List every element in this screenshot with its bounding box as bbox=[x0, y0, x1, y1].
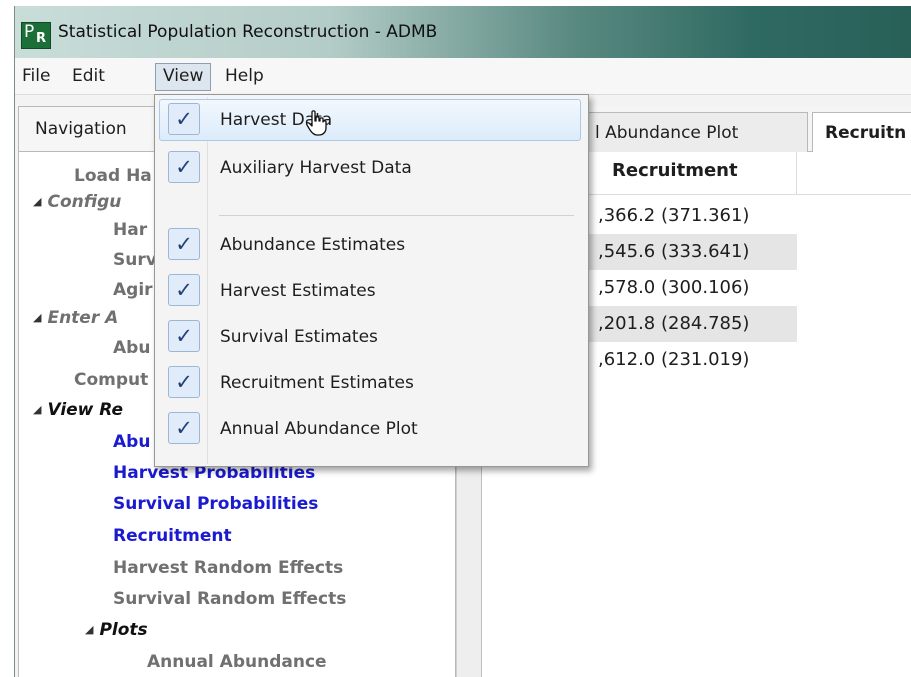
tree-item-configure[interactable]: ◢ Configu bbox=[33, 192, 121, 212]
tree-item-view-results-label: View Re bbox=[47, 400, 124, 420]
menu-separator bbox=[219, 215, 574, 216]
app-logo-icon: P R bbox=[21, 22, 51, 49]
menu-item-label: Annual Abundance Plot bbox=[220, 419, 418, 439]
checkmark-icon: ✓ bbox=[168, 274, 200, 306]
expand-triangle-icon[interactable]: ◢ bbox=[85, 623, 93, 636]
checkmark-icon: ✓ bbox=[168, 228, 200, 260]
tree-item-annual-abundance[interactable]: Annual Abundance bbox=[147, 652, 327, 672]
title-bar: P R Statistical Population Reconstructio… bbox=[15, 6, 911, 58]
menu-help[interactable]: Help bbox=[218, 63, 271, 89]
tree-item-aging[interactable]: Agir bbox=[113, 280, 153, 300]
tree-item-compute[interactable]: Comput bbox=[74, 370, 148, 390]
tree-item-harvest[interactable]: Har bbox=[113, 220, 147, 240]
expand-triangle-icon[interactable]: ◢ bbox=[33, 195, 41, 208]
menu-item-auxiliary-harvest-data[interactable]: ✓ Auxiliary Harvest Data bbox=[155, 145, 588, 191]
checkmark-icon: ✓ bbox=[168, 103, 200, 135]
tree-item-view-results[interactable]: ◢ View Re bbox=[33, 400, 123, 420]
expand-triangle-icon[interactable]: ◢ bbox=[33, 311, 41, 324]
menu-item-label: Recruitment Estimates bbox=[220, 373, 414, 393]
tree-item-load-harvest[interactable]: Load Ha bbox=[74, 166, 152, 186]
tree-item-abundance-result[interactable]: Abu bbox=[113, 432, 150, 452]
menu-file[interactable]: File bbox=[15, 63, 57, 89]
tree-item-configure-label: Configu bbox=[47, 192, 122, 212]
tree-item-enter-auxiliary[interactable]: ◢ Enter A bbox=[33, 308, 118, 328]
window-title: Statistical Population Reconstruction - … bbox=[58, 22, 438, 42]
table-cell: ,545.6 (333.641) bbox=[598, 241, 750, 262]
menu-item-label: Harvest Estimates bbox=[220, 281, 376, 301]
menu-item-abundance-estimates[interactable]: ✓ Abundance Estimates bbox=[155, 222, 588, 268]
view-menu-dropdown: ✓ Harvest Data ✓ Auxiliary Harvest Data … bbox=[154, 94, 589, 467]
tree-item-plots-label: Plots bbox=[99, 620, 148, 640]
menu-item-annual-abundance-plot[interactable]: ✓ Annual Abundance Plot bbox=[155, 406, 588, 452]
navigation-title: Navigation bbox=[35, 119, 127, 139]
app-window: P R Statistical Population Reconstructio… bbox=[14, 6, 911, 677]
expand-triangle-icon[interactable]: ◢ bbox=[33, 403, 41, 416]
table-cell: ,366.2 (371.361) bbox=[598, 205, 750, 226]
hand-pointer-cursor-icon bbox=[306, 110, 327, 136]
menu-item-harvest-data[interactable]: ✓ Harvest Data bbox=[155, 97, 588, 143]
tree-item-survival-random-effects[interactable]: Survival Random Effects bbox=[113, 589, 346, 609]
tree-item-recruitment[interactable]: Recruitment bbox=[113, 526, 232, 546]
tree-item-abundance-input[interactable]: Abu bbox=[113, 338, 150, 358]
tree-item-enter-auxiliary-label: Enter A bbox=[47, 308, 119, 328]
menu-item-harvest-estimates[interactable]: ✓ Harvest Estimates bbox=[155, 268, 588, 314]
menu-item-recruitment-estimates[interactable]: ✓ Recruitment Estimates bbox=[155, 360, 588, 406]
app-logo-letter-r: R bbox=[36, 31, 47, 46]
checkmark-icon: ✓ bbox=[168, 320, 200, 352]
menu-item-label: Survival Estimates bbox=[220, 327, 378, 347]
checkmark-icon: ✓ bbox=[168, 366, 200, 398]
menu-item-survival-estimates[interactable]: ✓ Survival Estimates bbox=[155, 314, 588, 360]
app-logo-letter-p: P bbox=[24, 22, 35, 42]
tab-recruitment[interactable]: Recruitn bbox=[812, 112, 911, 153]
menu-bar: File Edit View Help bbox=[15, 58, 911, 95]
tree-item-survival[interactable]: Surv bbox=[113, 250, 157, 270]
tab-annual-abundance-plot[interactable]: l Abundance Plot bbox=[582, 112, 808, 152]
checkmark-icon: ✓ bbox=[168, 151, 200, 183]
tree-item-survival-probabilities[interactable]: Survival Probabilities bbox=[113, 494, 318, 514]
checkmark-icon: ✓ bbox=[168, 412, 200, 444]
table-cell: ,201.8 (284.785) bbox=[598, 313, 750, 334]
menu-item-label: Auxiliary Harvest Data bbox=[220, 158, 412, 178]
menu-edit[interactable]: Edit bbox=[65, 63, 112, 89]
tree-item-harvest-random-effects[interactable]: Harvest Random Effects bbox=[113, 558, 343, 578]
table-cell: ,578.0 (300.106) bbox=[598, 277, 750, 298]
menu-item-label: Abundance Estimates bbox=[220, 235, 406, 255]
table-cell: ,612.0 (231.019) bbox=[598, 349, 750, 370]
menu-view[interactable]: View bbox=[155, 63, 212, 91]
tree-item-plots[interactable]: ◢ Plots bbox=[85, 620, 148, 640]
